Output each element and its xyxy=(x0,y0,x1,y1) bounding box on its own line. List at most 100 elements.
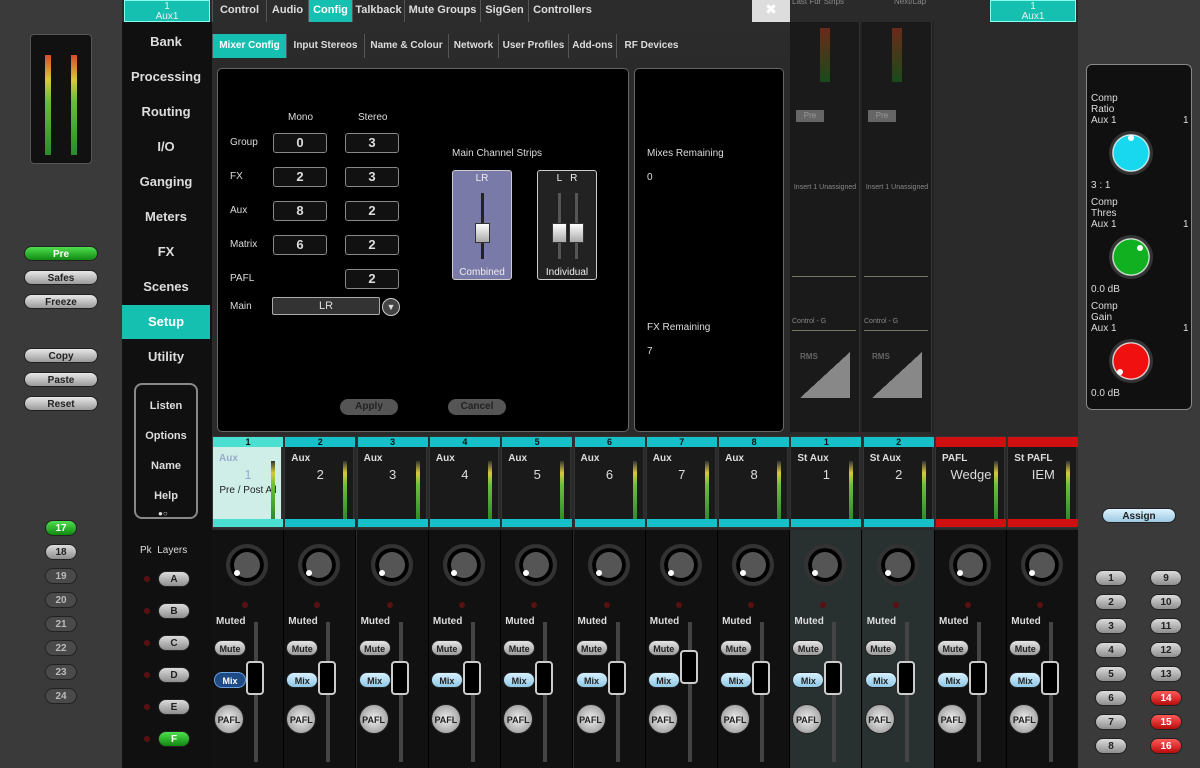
fader-cap[interactable] xyxy=(679,650,698,684)
mix-button[interactable]: Mix xyxy=(720,672,753,688)
bank-9-button[interactable]: 9 xyxy=(1150,570,1182,586)
fx-stereo-field[interactable]: 3 xyxy=(345,167,399,187)
bank-7-button[interactable]: 7 xyxy=(1095,714,1127,730)
bank-4-button[interactable]: 4 xyxy=(1095,642,1127,658)
current-channel-badge[interactable]: 1 Aux1 xyxy=(124,0,210,22)
cancel-button[interactable]: Cancel xyxy=(448,399,506,415)
nav-item-processing[interactable]: Processing xyxy=(122,60,210,94)
subtab-mixerconfig[interactable]: Mixer Config xyxy=(212,34,286,58)
layer-number-17[interactable]: 17 xyxy=(45,520,77,536)
rotary-knob[interactable] xyxy=(226,544,268,586)
tab-config[interactable]: Config xyxy=(308,0,352,22)
layer-number-18[interactable]: 18 xyxy=(45,544,77,560)
pafl-button[interactable]: PAFL xyxy=(792,704,823,734)
layer-number-23[interactable]: 23 xyxy=(45,664,77,680)
matrix-stereo-field[interactable]: 2 xyxy=(345,235,399,255)
layer-c-button[interactable]: C xyxy=(158,635,190,651)
subtab-inputstereos[interactable]: Input Stereos xyxy=(286,34,364,58)
layer-number-20[interactable]: 20 xyxy=(45,592,77,608)
bank-6-button[interactable]: 6 xyxy=(1095,690,1127,706)
bank-14-button[interactable]: 14 xyxy=(1150,690,1182,706)
fader-cap[interactable] xyxy=(896,661,915,696)
rotary-knob[interactable] xyxy=(659,544,702,586)
channel-header[interactable]: 4 Aux 4 xyxy=(428,436,500,528)
combined-strip-option[interactable]: LR Combined xyxy=(452,170,512,280)
mix-button[interactable]: Mix xyxy=(937,672,969,688)
fx-mono-field[interactable]: 2 xyxy=(273,167,327,187)
pafl-button[interactable]: PAFL xyxy=(358,704,389,734)
bank-5-button[interactable]: 5 xyxy=(1095,666,1127,682)
rotary-knob[interactable] xyxy=(515,544,558,586)
mix-button[interactable]: Mix xyxy=(575,672,608,688)
nav-item-routing[interactable]: Routing xyxy=(122,95,210,129)
pafl-button[interactable]: PAFL xyxy=(647,704,678,734)
bank-12-button[interactable]: 12 xyxy=(1150,642,1182,658)
mute-button[interactable]: Mute xyxy=(430,640,463,656)
fader-cap[interactable] xyxy=(1041,661,1060,696)
mute-button[interactable]: Mute xyxy=(358,640,391,656)
bank-13-button[interactable]: 13 xyxy=(1150,666,1182,682)
bank-16-button[interactable]: 16 xyxy=(1150,738,1182,754)
subnav-listen[interactable]: Listen xyxy=(136,391,196,421)
channel-header[interactable]: 8 Aux 8 xyxy=(718,436,790,528)
pafl-stereo-field[interactable]: 2 xyxy=(345,269,399,289)
bank-3-button[interactable]: 3 xyxy=(1095,618,1127,634)
reset-button[interactable]: Reset xyxy=(24,396,98,411)
layer-b-button[interactable]: B xyxy=(158,603,190,619)
fader-cap[interactable] xyxy=(246,661,264,696)
pafl-button[interactable]: PAFL xyxy=(720,704,751,734)
mix-button[interactable]: Mix xyxy=(286,672,319,688)
layer-f-button[interactable]: F xyxy=(158,731,190,747)
mute-button[interactable]: Mute xyxy=(1009,640,1042,656)
bank-8-button[interactable]: 8 xyxy=(1095,738,1127,754)
main-dropdown[interactable]: LR xyxy=(272,297,380,315)
tab-control[interactable]: Control xyxy=(212,0,266,22)
fader-cap[interactable] xyxy=(824,661,843,696)
pre-badge[interactable]: Pre xyxy=(868,110,896,122)
pafl-button[interactable]: PAFL xyxy=(430,704,461,734)
pre-button[interactable]: Pre xyxy=(24,246,98,261)
layer-number-19[interactable]: 19 xyxy=(45,568,77,584)
tab-talkback[interactable]: Talkback xyxy=(352,0,404,22)
pafl-button[interactable]: PAFL xyxy=(286,704,317,734)
rotary-knob[interactable] xyxy=(876,544,919,586)
paste-button[interactable]: Paste xyxy=(24,372,98,387)
mix-button[interactable]: Mix xyxy=(214,672,246,688)
nav-item-fx[interactable]: FX xyxy=(122,235,210,269)
assign-button[interactable]: Assign xyxy=(1102,508,1176,523)
mix-button[interactable]: Mix xyxy=(358,672,391,688)
subnav-options[interactable]: Options xyxy=(136,421,196,451)
rotary-knob[interactable] xyxy=(1021,544,1064,586)
mix-button[interactable]: Mix xyxy=(647,672,680,688)
channel-header[interactable]: 2 St Aux 2 xyxy=(862,436,934,528)
selected-mix-badge[interactable]: 1 Aux1 xyxy=(990,0,1076,22)
nav-item-scenes[interactable]: Scenes xyxy=(122,270,210,304)
mute-button[interactable]: Mute xyxy=(503,640,536,656)
pafl-button[interactable]: PAFL xyxy=(937,704,967,734)
fader-cap[interactable] xyxy=(969,661,987,696)
layer-a-button[interactable]: A xyxy=(158,571,190,587)
rotary-knob[interactable] xyxy=(804,544,847,586)
tab-audio[interactable]: Audio xyxy=(266,0,308,22)
rotary-knob[interactable] xyxy=(732,544,775,586)
rotary-knob[interactable] xyxy=(442,544,485,586)
comp-knob[interactable] xyxy=(1109,339,1153,383)
pafl-button[interactable]: PAFL xyxy=(503,704,534,734)
layer-number-22[interactable]: 22 xyxy=(45,640,77,656)
aux-stereo-field[interactable]: 2 xyxy=(345,201,399,221)
channel-header[interactable]: 1 St Aux 1 xyxy=(790,436,862,528)
channel-header[interactable]: 3 Aux 3 xyxy=(356,436,428,528)
mute-button[interactable]: Mute xyxy=(214,640,246,656)
bank-10-button[interactable]: 10 xyxy=(1150,594,1182,610)
fader-cap[interactable] xyxy=(390,661,409,696)
mix-button[interactable]: Mix xyxy=(430,672,463,688)
channel-header[interactable]: PAFL Wedge xyxy=(935,436,1006,528)
nav-item-ganging[interactable]: Ganging xyxy=(122,165,210,199)
channel-header[interactable]: 5 Aux 5 xyxy=(501,436,573,528)
mute-button[interactable]: Mute xyxy=(286,640,319,656)
tab-controllers[interactable]: Controllers xyxy=(528,0,596,22)
rotary-knob[interactable] xyxy=(949,544,991,586)
subtab-userprofiles[interactable]: User Profiles xyxy=(498,34,568,58)
aux-mono-field[interactable]: 8 xyxy=(273,201,327,221)
comp-knob[interactable] xyxy=(1109,235,1153,279)
